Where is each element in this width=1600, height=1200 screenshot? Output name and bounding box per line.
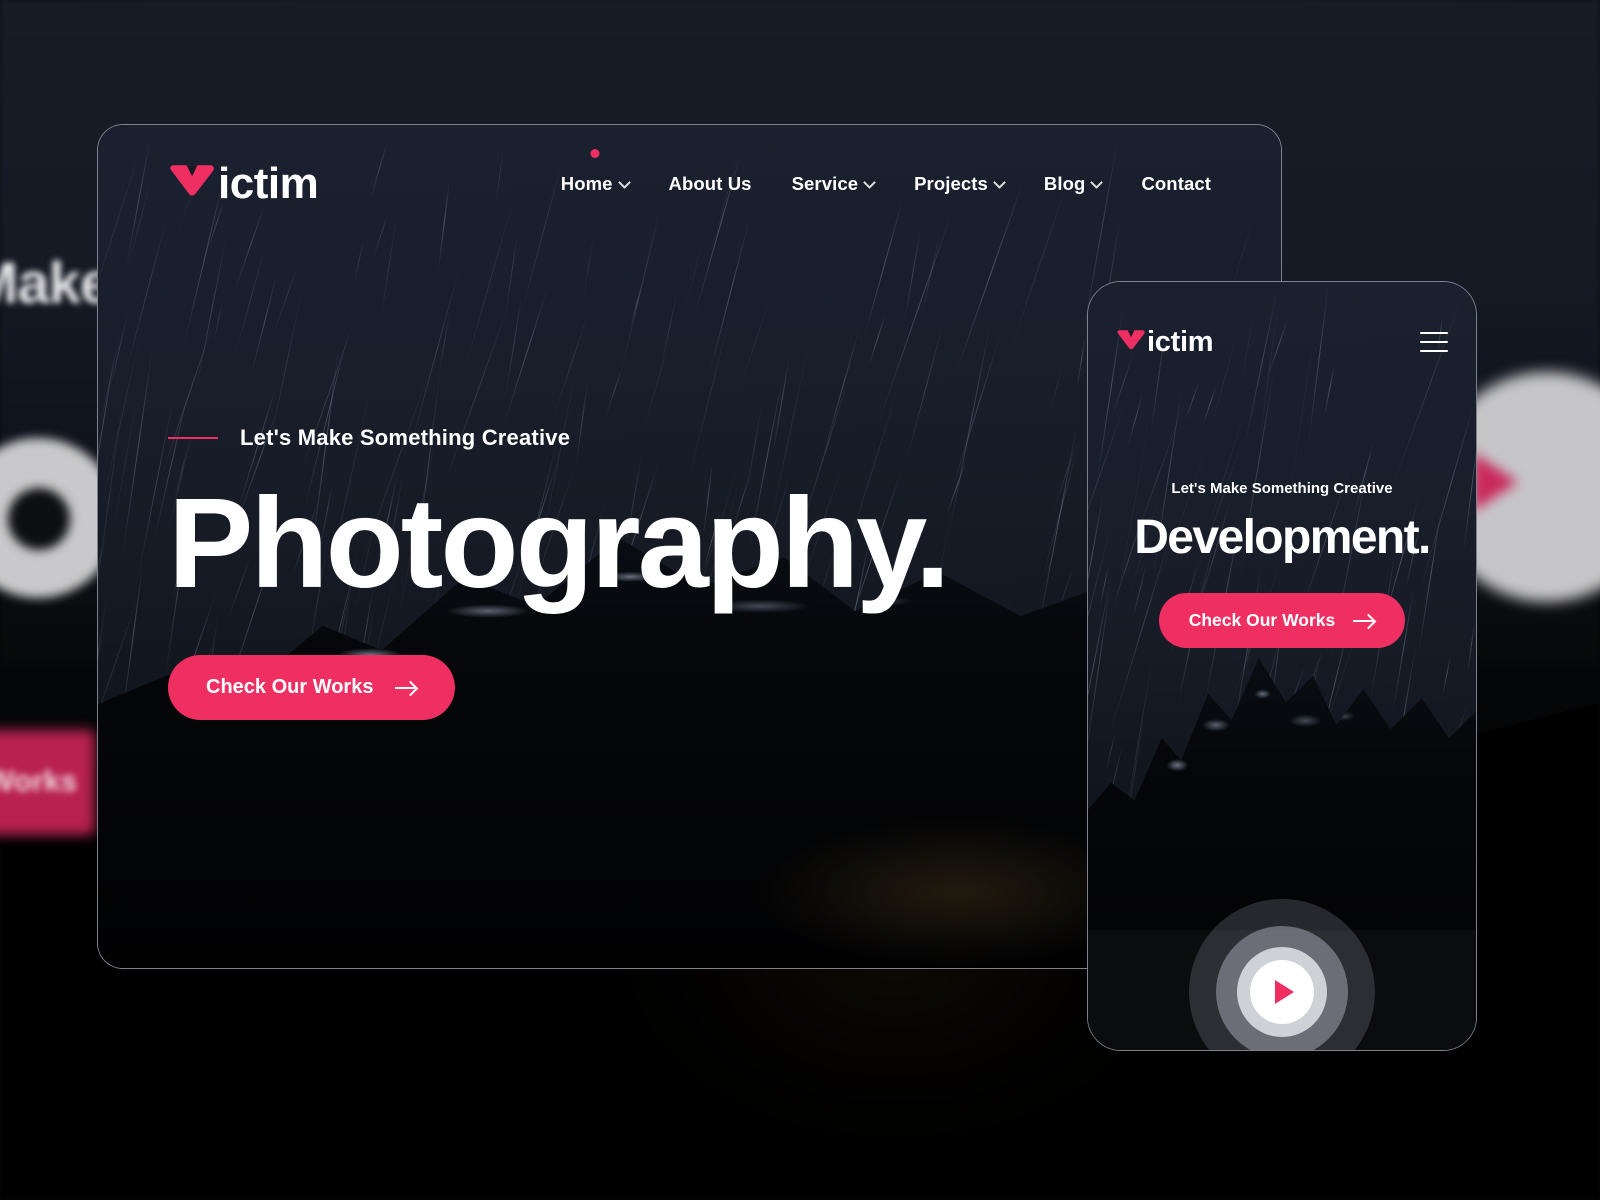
nav-active-dot-indicator [590,149,600,158]
star-trail [98,464,101,505]
star-trail [1051,441,1078,514]
nav-item-label: Home [560,173,613,194]
burger-line [1420,349,1448,352]
chevron-down-icon [1092,178,1101,187]
play-ring-middle [1216,926,1348,1050]
desktop-check-our-works-button[interactable]: Check Our Works [168,655,456,721]
star-trail [504,233,518,315]
nav-item-label: Contact [1141,173,1211,194]
desktop-nav-item-home[interactable]: Home [560,149,629,195]
star-trail [1076,334,1087,389]
star-trail [108,312,128,393]
star-trail [232,246,266,361]
star-trail [213,300,223,342]
desktop-nav-item-contact[interactable]: Contact [1141,173,1211,195]
v-mark-logo-icon [1116,328,1146,356]
nav-item-label: Service [791,173,859,194]
star-trail [98,291,101,372]
phone-hero: Let's Make Something Creative Developmen… [1088,480,1476,649]
star-trail [949,333,1001,497]
desktop-nav-item-projects[interactable]: Projects [914,173,1004,195]
arrow-right-icon [395,681,417,695]
desktop-nav-links: Home About Us Service Projects Blog Contact [560,149,1211,195]
backdrop-ghost-heading: Make [0,251,112,316]
desktop-nav-item-about-us[interactable]: About Us [669,173,752,195]
desktop-eyebrow-accent-line [168,437,218,439]
desktop-cta-label: Check Our Works [206,676,374,699]
desktop-nav-item-blog[interactable]: Blog [1044,173,1102,195]
phone-hero-eyebrow: Let's Make Something Creative [1171,480,1393,497]
burger-line [1420,332,1448,335]
star-trail [250,275,277,376]
desktop-navbar: ictim Home About Us Service Projects Blog Con… [98,125,1281,243]
star-trail [946,461,966,515]
nav-item-label: About Us [668,173,752,194]
phone-logo[interactable]: ictim [1116,325,1214,358]
play-core [1250,960,1314,1024]
star-trail [582,234,595,300]
phone-logo-text: ictim [1147,325,1214,358]
star-trail [684,239,703,311]
star-trail [737,299,770,393]
phone-check-our-works-button[interactable]: Check Our Works [1158,593,1406,649]
star-trail [1048,363,1065,417]
v-mark-logo-icon [168,162,216,206]
desktop-eyebrow-row: Let's Make Something Creative [168,425,947,451]
star-trail [605,365,623,416]
burger-line [1420,340,1448,344]
star-trail [353,239,364,284]
desktop-hero-eyebrow: Let's Make Something Creative [240,425,571,450]
phone-hero-title: Development. [1134,511,1431,564]
desktop-logo[interactable]: ictim [168,159,319,208]
star-trail [194,234,228,397]
phone-cta-label: Check Our Works [1188,610,1336,631]
play-ring-inner [1237,947,1327,1037]
phone-navbar: ictim [1088,282,1476,402]
desktop-logo-text: ictim [218,159,319,208]
star-trail [920,234,940,319]
star-trail [640,328,675,436]
hamburger-menu-icon[interactable] [1420,332,1448,352]
star-trail [503,288,549,427]
play-icon [1274,980,1294,1004]
star-trail [867,313,886,368]
desktop-hero: Let's Make Something Creative Photograph… [168,425,950,721]
star-trail [1105,730,1117,773]
nav-item-label: Blog [1043,173,1086,194]
arrow-right-icon [1353,614,1375,628]
backdrop-ghost-play-triangle-icon [1472,452,1518,512]
star-trail [1441,656,1451,697]
star-trail [273,262,300,335]
chevron-down-icon [995,178,1004,187]
chevron-down-icon [865,178,874,187]
star-trail [504,297,522,398]
backdrop-ghost-cta-label: Works [0,765,78,798]
backdrop-ghost-play-core [8,488,70,550]
phone-mockup: ictim Let's Make Something Creative Deve… [1087,281,1477,1051]
desktop-nav-item-service[interactable]: Service [792,173,875,195]
desktop-hero-title: Photography. [168,472,950,615]
nav-item-label: Projects [914,173,988,194]
chevron-down-icon [620,178,629,187]
star-trail [659,290,679,374]
